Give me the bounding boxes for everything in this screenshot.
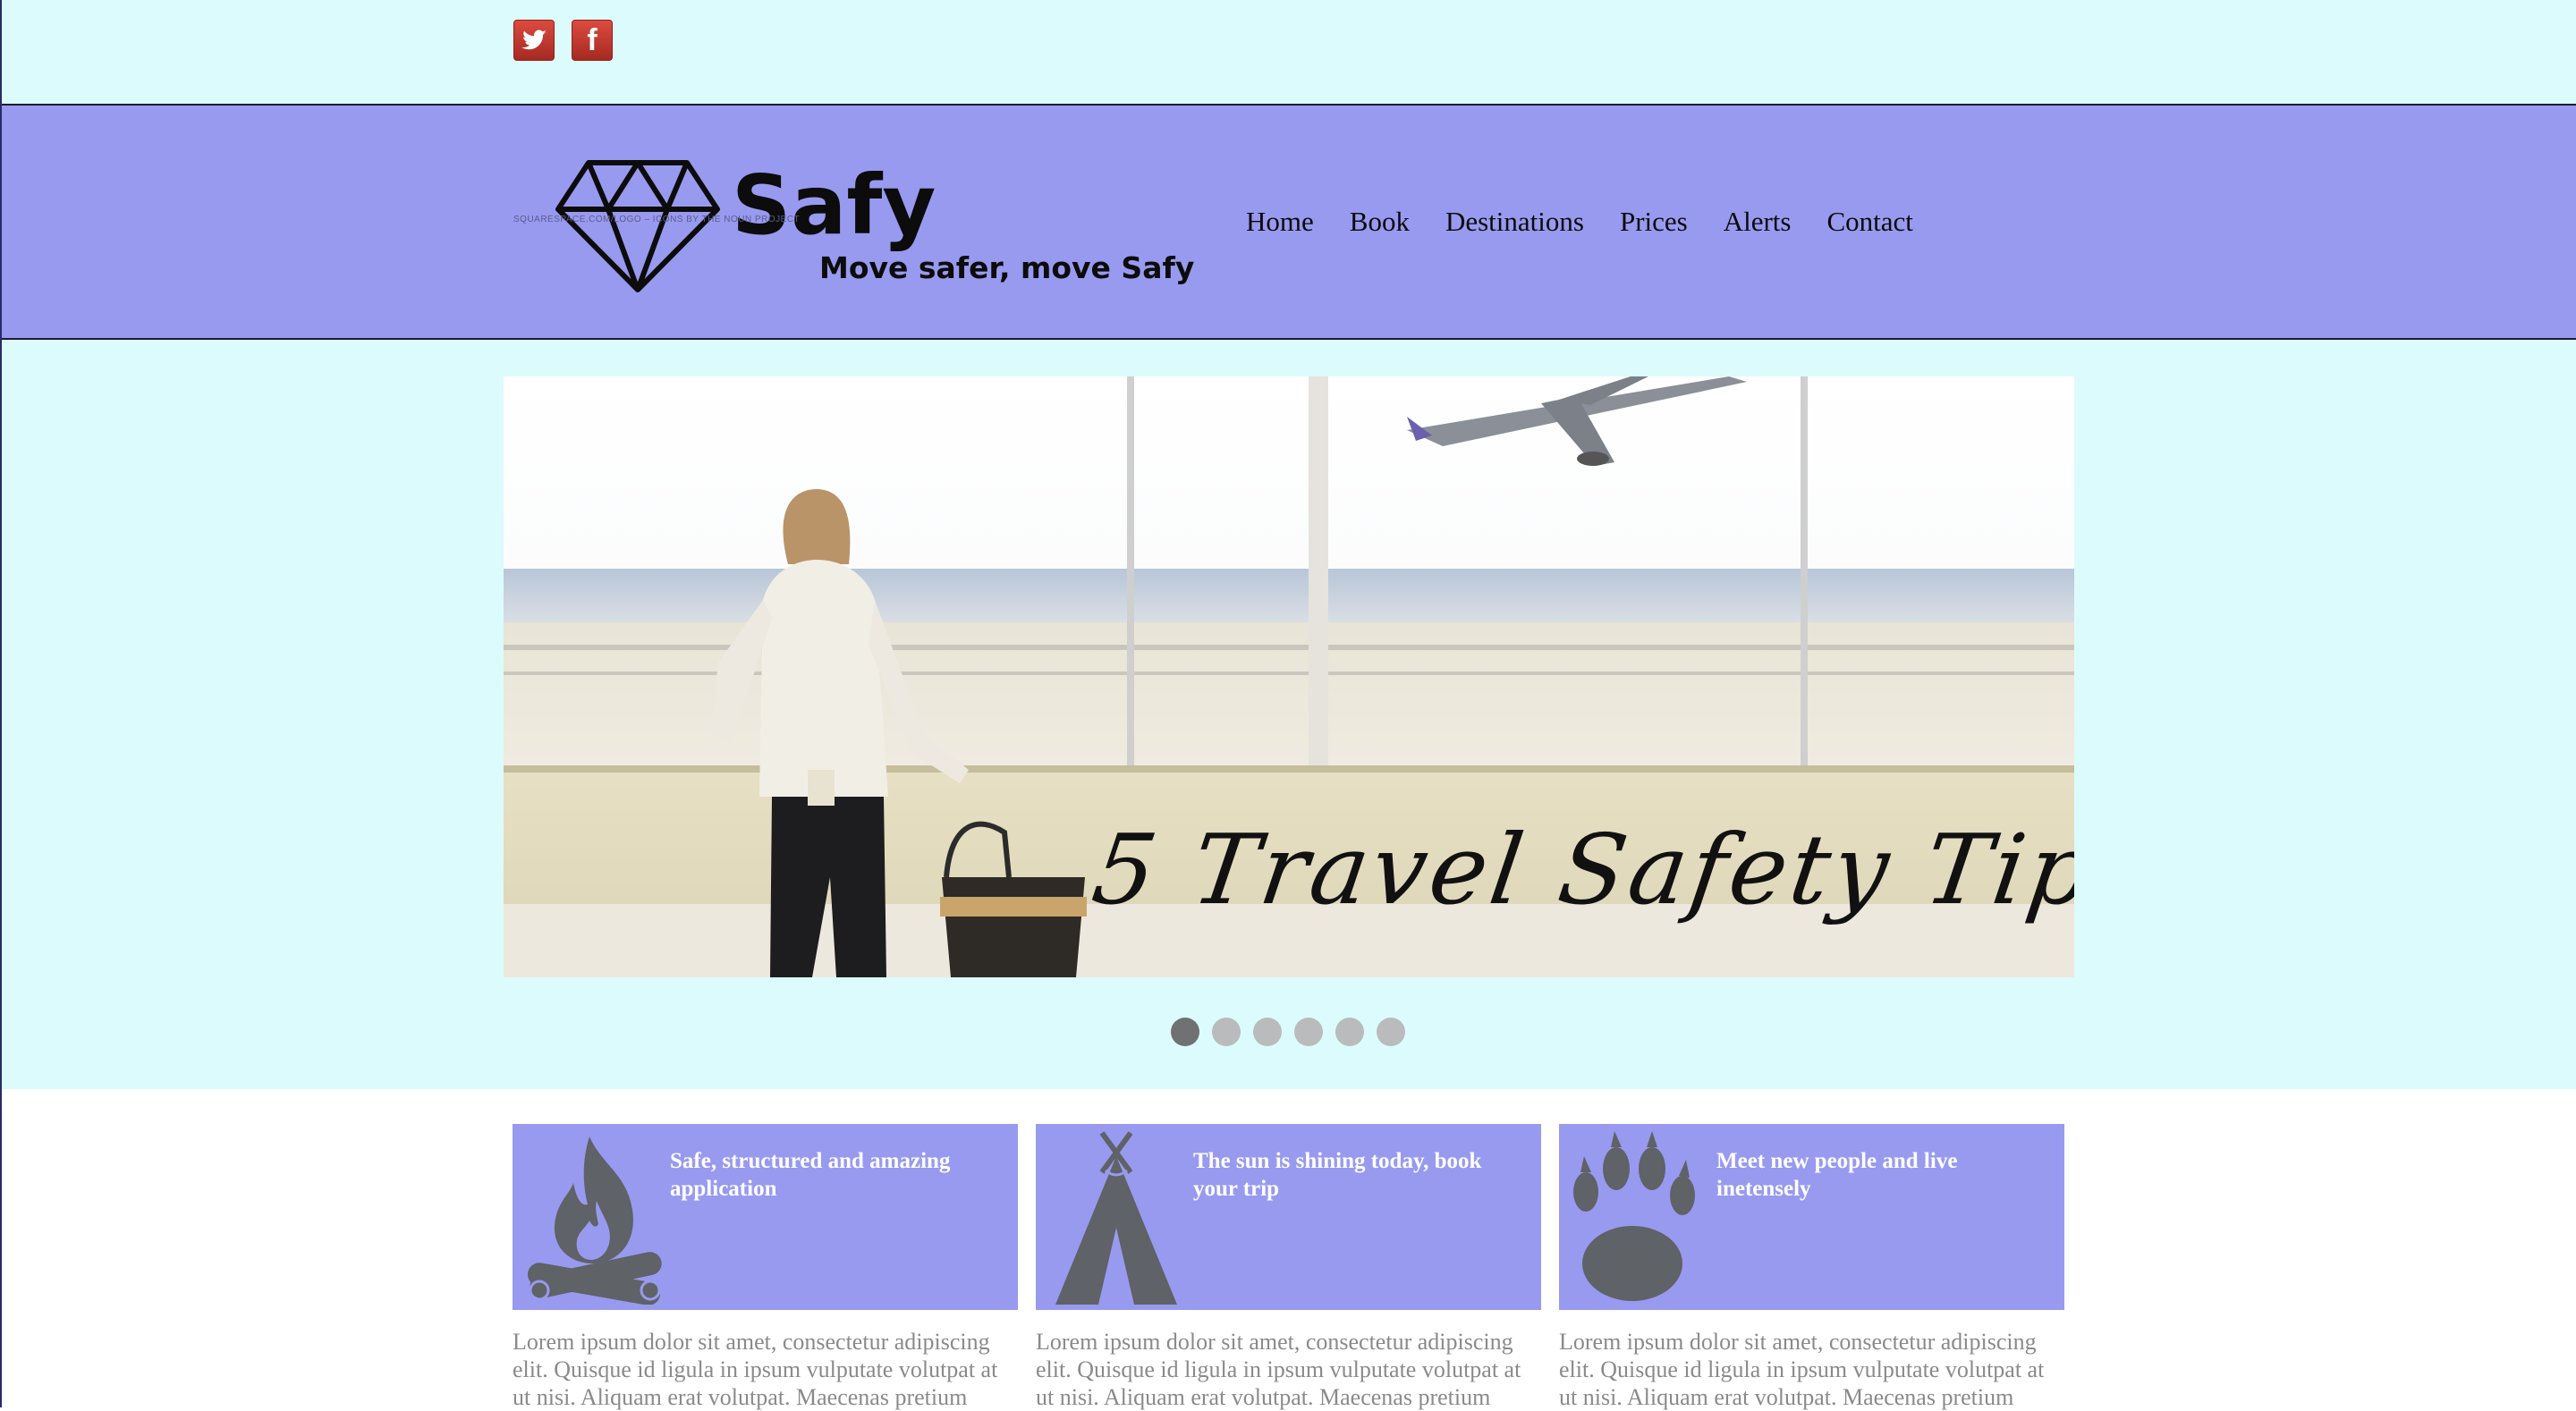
feature-card-1: Safe, structured and amazing application… bbox=[513, 1124, 1018, 1411]
slider-dot-5[interactable] bbox=[1335, 1018, 1364, 1046]
slider-dot-3[interactable] bbox=[1253, 1018, 1282, 1046]
slider-pagination bbox=[1171, 1018, 1405, 1046]
slide-caption: 5 Travel Safety Tips bbox=[1086, 815, 2074, 926]
card-banner[interactable]: Safe, structured and amazing application bbox=[513, 1124, 1018, 1310]
card-title: Safe, structured and amazing application bbox=[670, 1149, 951, 1201]
card-banner[interactable]: Meet new people and live inetensely bbox=[1559, 1124, 2064, 1310]
twitter-bird-icon bbox=[521, 30, 547, 50]
nav-destinations[interactable]: Destinations bbox=[1445, 206, 1584, 238]
hero-section: 5 Travel Safety Tips bbox=[0, 340, 2576, 1089]
logo-credit: SQUARESPACE.COM/LOGO – ICONS BY THE NOUN… bbox=[513, 215, 801, 224]
card-title: Meet new people and live inetensely bbox=[1716, 1149, 1958, 1201]
nav-book[interactable]: Book bbox=[1350, 206, 1410, 238]
card-title: The sun is shining today, book your trip bbox=[1193, 1149, 1482, 1201]
feature-card-2: The sun is shining today, book your trip… bbox=[1036, 1124, 1541, 1411]
nav-alerts[interactable]: Alerts bbox=[1724, 206, 1792, 238]
logo-title: Safy bbox=[732, 157, 936, 253]
slider-dot-1[interactable] bbox=[1171, 1018, 1199, 1046]
nav-contact[interactable]: Contact bbox=[1826, 206, 1912, 238]
facebook-icon[interactable]: f bbox=[572, 20, 613, 61]
page-left-border bbox=[0, 0, 2, 1407]
site-logo[interactable]: Safy Move safer, move Safy bbox=[553, 154, 1194, 297]
card-banner[interactable]: The sun is shining today, book your trip bbox=[1036, 1124, 1541, 1310]
diamond-logo-icon bbox=[555, 160, 720, 292]
twitter-icon[interactable] bbox=[513, 20, 555, 61]
card-body: Lorem ipsum dolor sit amet, consectetur … bbox=[1036, 1329, 1521, 1410]
slider-dot-4[interactable] bbox=[1294, 1018, 1323, 1046]
hero-slider[interactable]: 5 Travel Safety Tips bbox=[504, 376, 2074, 977]
campfire-icon bbox=[527, 1136, 662, 1305]
card-body: Lorem ipsum dolor sit amet, consectetur … bbox=[1559, 1329, 2045, 1410]
facebook-icon-glyph: f bbox=[587, 22, 597, 57]
slider-dot-6[interactable] bbox=[1377, 1018, 1405, 1046]
paw-icon bbox=[1573, 1131, 1695, 1301]
nav-prices[interactable]: Prices bbox=[1620, 206, 1688, 238]
tent-icon bbox=[1055, 1131, 1177, 1305]
site-header: Safy Move safer, move Safy Home Book Des… bbox=[0, 104, 2576, 340]
logo-tagline: Move safer, move Safy bbox=[819, 250, 1195, 285]
slider-dot-2[interactable] bbox=[1212, 1018, 1241, 1046]
card-body: Lorem ipsum dolor sit amet, consectetur … bbox=[513, 1329, 998, 1410]
feature-card-3: Meet new people and live inetensely Lore… bbox=[1559, 1124, 2064, 1411]
nav-home[interactable]: Home bbox=[1246, 206, 1314, 238]
social-bar: f bbox=[0, 0, 2576, 104]
main-nav: Home Book Destinations Prices Alerts Con… bbox=[1246, 206, 1949, 238]
